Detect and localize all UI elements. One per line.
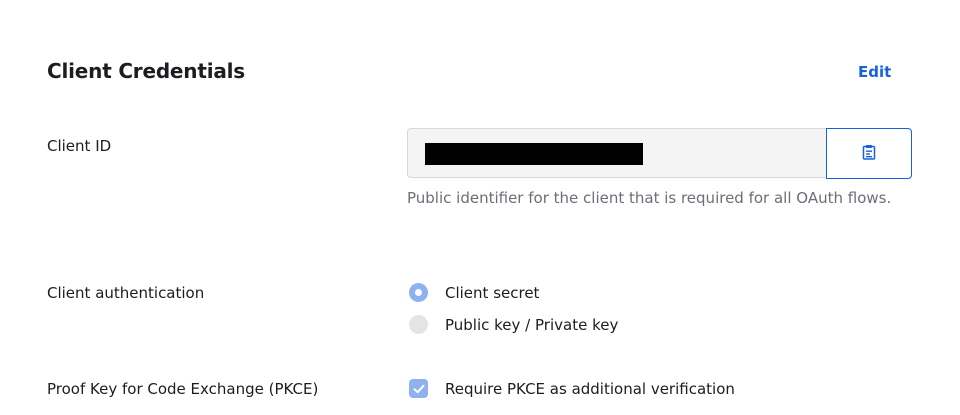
pkce-label: Proof Key for Code Exchange (PKCE) [47,380,319,398]
pkce-checkbox-option[interactable]: Require PKCE as additional verification [409,379,735,398]
radio-option-label: Client secret [445,283,540,302]
pkce-checkbox-label: Require PKCE as additional verification [445,379,735,398]
copy-client-id-button[interactable] [826,128,912,179]
client-id-label: Client ID [47,137,112,155]
client-id-value-redacted [425,143,643,165]
radio-button-checked[interactable] [409,283,428,302]
client-id-field[interactable] [407,128,827,178]
clipboard-copy-icon [862,144,876,164]
radio-option-client-secret[interactable]: Client secret [409,283,539,302]
pkce-checkbox[interactable] [409,379,428,398]
checkmark-icon [413,384,424,393]
edit-button[interactable]: Edit [858,63,891,81]
section-title: Client Credentials [47,59,246,83]
radio-button-unchecked[interactable] [409,315,428,334]
client-authentication-label: Client authentication [47,284,205,302]
client-id-help-text: Public identifier for the client that is… [407,189,892,207]
radio-option-public-private-key[interactable]: Public key / Private key [409,315,618,334]
radio-option-label: Public key / Private key [445,315,619,334]
